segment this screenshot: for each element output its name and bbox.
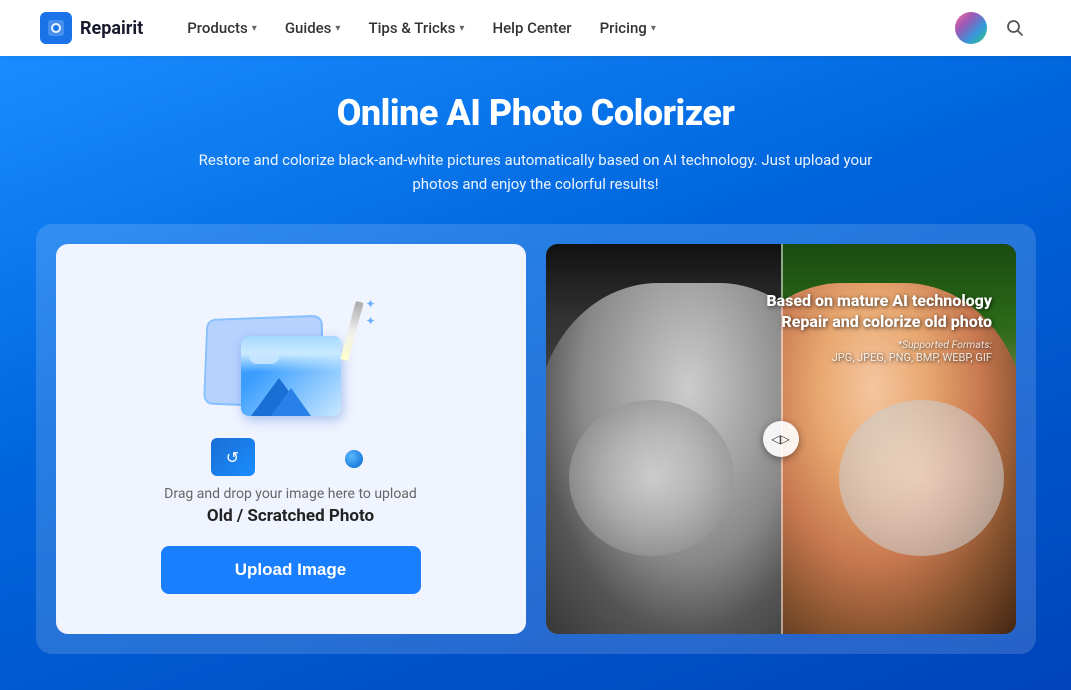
illus-mountain2 — [271, 388, 311, 416]
navbar-actions — [955, 12, 1031, 44]
illus-stars: ✦ ✦ — [365, 296, 375, 330]
logo-icon — [40, 12, 72, 44]
avatar[interactable] — [955, 12, 987, 44]
hero-subtitle: Restore and colorize black-and-white pic… — [186, 148, 886, 196]
overlay-formats: *Supported Formats: JPG, JPEG, PNG, BMP,… — [766, 338, 992, 364]
upload-panel: ↺ ✦ ✦ Drag and drop your image here to u… — [56, 244, 526, 634]
hero-section: Online AI Photo Colorizer Restore and co… — [0, 56, 1071, 690]
formats-value: JPG, JPEG, PNG, BMP, WEBP, GIF — [832, 351, 992, 364]
upload-image-button[interactable]: Upload Image — [161, 546, 421, 594]
overlay-title-line1: Based on mature AI technology — [766, 291, 992, 312]
nav-item-pricing[interactable]: Pricing ▾ — [588, 11, 668, 45]
chevron-down-icon: ▾ — [651, 23, 656, 34]
chevron-down-icon: ▾ — [459, 23, 464, 34]
cube-icon: ↺ — [226, 448, 239, 467]
nav-menu: Products ▾ Guides ▾ Tips & Tricks ▾ Help… — [175, 11, 955, 45]
overlay-title-line2: Repair and colorize old photo — [766, 312, 992, 333]
divider-handle[interactable] — [763, 421, 799, 457]
file-type-label: Old / Scratched Photo — [207, 506, 374, 526]
nav-item-products[interactable]: Products ▾ — [175, 11, 269, 45]
illus-ball — [345, 450, 363, 468]
flowers-bw — [569, 400, 734, 556]
search-icon[interactable] — [999, 12, 1031, 44]
drag-drop-text: Drag and drop your image here to upload — [164, 486, 417, 502]
nav-item-tips-tricks[interactable]: Tips & Tricks ▾ — [356, 11, 476, 45]
logo-link[interactable]: Repairit — [40, 12, 143, 44]
chevron-down-icon: ▾ — [335, 23, 340, 34]
navbar: Repairit Products ▾ Guides ▾ Tips & Tric… — [0, 0, 1071, 56]
hero-title: Online AI Photo Colorizer — [20, 92, 1051, 134]
chevron-down-icon: ▾ — [252, 23, 257, 34]
upload-illustration: ↺ ✦ ✦ — [191, 286, 391, 486]
formats-label: *Supported Formats: — [898, 338, 992, 351]
main-card: ↺ ✦ ✦ Drag and drop your image here to u… — [36, 224, 1036, 654]
nav-item-help-center[interactable]: Help Center — [480, 11, 583, 45]
preview-image-container: Based on mature AI technology Repair and… — [546, 244, 1016, 634]
illus-pencil — [340, 301, 363, 361]
flowers-color — [839, 400, 1004, 556]
illus-blue-cube: ↺ — [211, 438, 255, 476]
preview-panel: Based on mature AI technology Repair and… — [546, 244, 1016, 634]
nav-item-guides[interactable]: Guides ▾ — [273, 11, 353, 45]
illus-cloud — [249, 348, 279, 364]
photo-overlay-text: Based on mature AI technology Repair and… — [766, 291, 992, 365]
logo-text: Repairit — [80, 18, 143, 39]
illus-front-photo — [241, 336, 341, 416]
photo-bw-half — [546, 244, 781, 634]
